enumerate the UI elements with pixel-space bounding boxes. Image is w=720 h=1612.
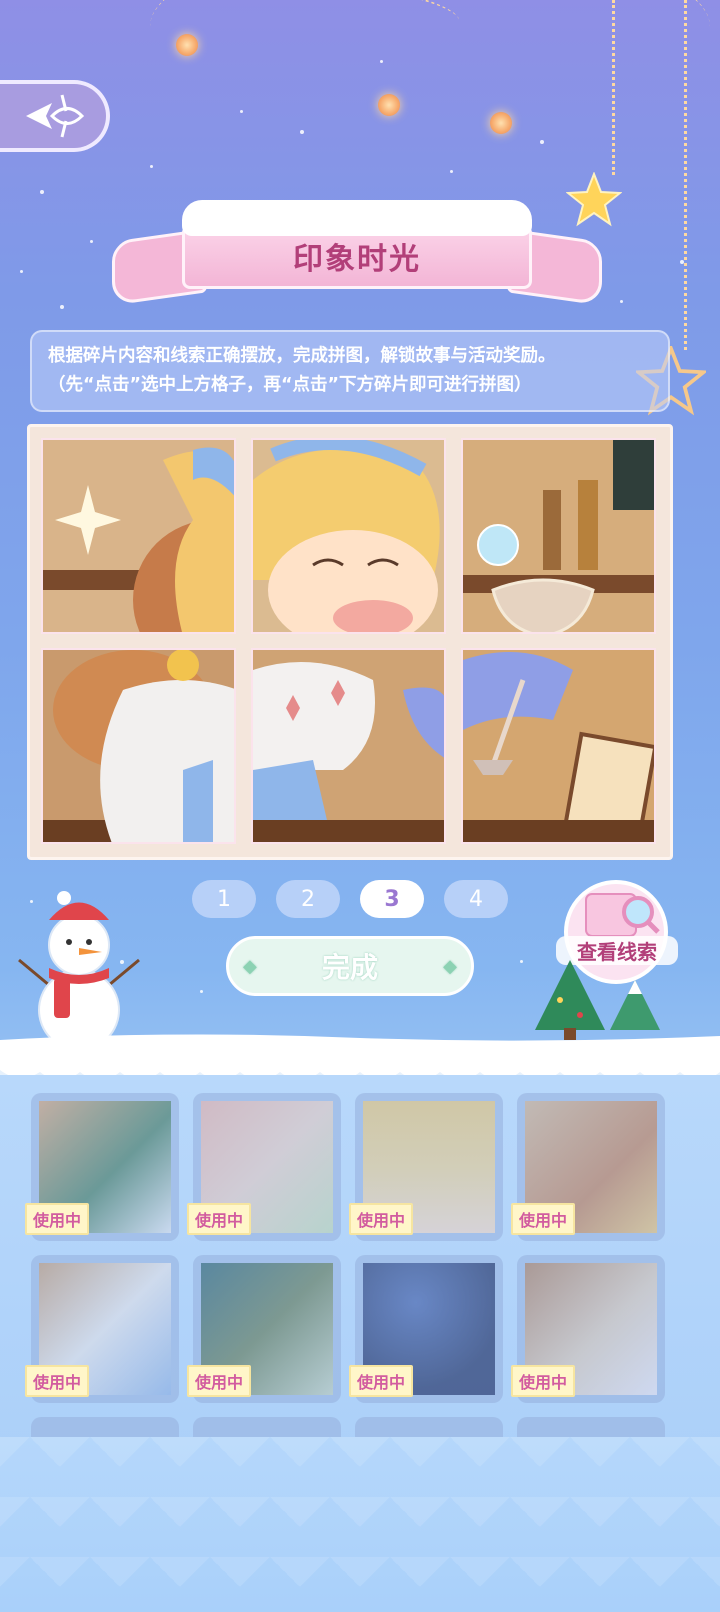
- page-button-3[interactable]: 3: [360, 880, 424, 918]
- page-button-2[interactable]: 2: [276, 880, 340, 918]
- in-use-badge: 使用中: [349, 1365, 414, 1397]
- page-button-1[interactable]: 1: [192, 880, 256, 918]
- puzzle-slot-2[interactable]: [251, 438, 446, 634]
- done-button[interactable]: ◆ 完成 ◆: [226, 936, 474, 996]
- snowman-icon: [18, 891, 140, 1050]
- puzzle-slot-6[interactable]: [461, 648, 656, 844]
- instructions-line-2: （先“点击”选中上方格子，再“点击”下方碎片即可进行拼图）: [48, 375, 532, 395]
- puzzle-slot-1[interactable]: [41, 438, 236, 634]
- puzzle-piece[interactable]: [31, 1417, 179, 1437]
- puzzle-piece[interactable]: 使用中: [25, 1255, 179, 1403]
- christmas-tree-icon: [535, 960, 660, 1040]
- puzzle-piece[interactable]: 使用中: [349, 1255, 503, 1403]
- puzzle-piece[interactable]: 使用中: [187, 1255, 341, 1403]
- in-use-badge: 使用中: [187, 1365, 252, 1397]
- puzzle-piece[interactable]: 使用中: [187, 1093, 341, 1241]
- puzzle-slot-5[interactable]: [251, 648, 446, 844]
- puzzle-piece[interactable]: 使用中: [25, 1093, 179, 1241]
- in-use-badge: 使用中: [511, 1203, 576, 1235]
- puzzle-piece[interactable]: [193, 1417, 341, 1437]
- instructions-line-1: 根据碎片内容和线索正确摆放，完成拼图，解锁故事与活动奖励。: [48, 346, 556, 366]
- diamond-right-icon: ◆: [443, 955, 457, 977]
- back-arrow-icon: [26, 94, 85, 138]
- in-use-badge: 使用中: [25, 1203, 90, 1235]
- tray-floor-pattern: [0, 1437, 720, 1612]
- in-use-badge: 使用中: [187, 1203, 252, 1235]
- puzzle-slot-4[interactable]: [41, 648, 236, 844]
- page-button-4[interactable]: 4: [444, 880, 508, 918]
- page-title: 印象时光: [293, 242, 421, 277]
- puzzle-piece[interactable]: [517, 1417, 665, 1437]
- in-use-badge: 使用中: [25, 1365, 90, 1397]
- diamond-left-icon: ◆: [243, 955, 257, 977]
- in-use-badge: 使用中: [349, 1203, 414, 1235]
- back-button[interactable]: [0, 80, 110, 152]
- instructions-panel: 根据碎片内容和线索正确摆放，完成拼图，解锁故事与活动奖励。 （先“点击”选中上方…: [30, 330, 670, 412]
- in-use-badge: 使用中: [511, 1365, 576, 1397]
- done-label: 完成: [321, 951, 378, 984]
- puzzle-piece[interactable]: 使用中: [349, 1093, 503, 1241]
- puzzle-slot-3[interactable]: [461, 438, 656, 634]
- title-banner: 印象时光: [112, 200, 602, 308]
- pieces-tray: 使用中 使用中 使用中 使用中 使用中 使用中 使用中 使用中: [0, 1075, 720, 1612]
- puzzle-piece[interactable]: 使用中: [511, 1255, 665, 1403]
- puzzle-board: [27, 424, 673, 860]
- puzzle-piece[interactable]: 使用中: [511, 1093, 665, 1241]
- puzzle-piece[interactable]: [355, 1417, 503, 1437]
